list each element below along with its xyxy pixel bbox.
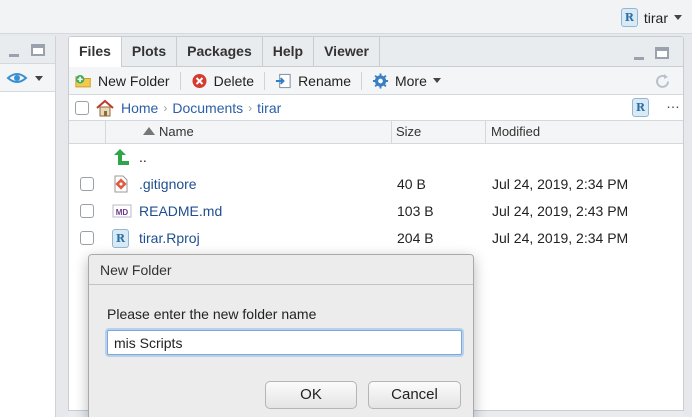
row-checkbox[interactable] — [80, 231, 94, 245]
list-item[interactable]: .. — [69, 144, 683, 171]
table-row[interactable]: R tirar.Rproj 204 B Jul 24, 2019, 2:34 P… — [69, 225, 683, 252]
toolbar-divider — [360, 71, 362, 90]
new-folder-dialog: New Folder Please enter the new folder n… — [88, 254, 474, 417]
column-size[interactable]: Size — [396, 121, 421, 144]
more-label: More — [394, 72, 427, 89]
file-size: 103 B — [397, 203, 434, 219]
more-button[interactable]: More — [372, 73, 441, 89]
column-divider — [391, 121, 392, 144]
parent-folder-icon — [114, 149, 129, 165]
delete-label: Delete — [213, 72, 255, 89]
sort-ascending-icon — [143, 127, 155, 135]
new-folder-label: New Folder — [98, 72, 170, 89]
toolbar-divider — [179, 71, 181, 90]
left-pane — [0, 36, 56, 417]
tab-help[interactable]: Help — [263, 37, 315, 66]
row-checkbox[interactable] — [80, 204, 94, 218]
file-modified: Jul 24, 2019, 2:34 PM — [492, 230, 629, 246]
new-folder-button[interactable]: New Folder — [75, 73, 170, 89]
breadcrumb-documents[interactable]: Documents — [172, 100, 243, 116]
cancel-button[interactable]: Cancel — [368, 381, 461, 409]
file-list: .. .gitignore 40 B Jul 24, 2019, 2:34 PM… — [69, 144, 683, 252]
minimize-icon[interactable] — [634, 57, 644, 60]
folder-name-input[interactable] — [107, 330, 462, 355]
chevron-down-icon[interactable] — [35, 76, 43, 81]
chevron-right-icon: › — [248, 100, 253, 115]
delete-icon — [192, 73, 207, 88]
chevron-right-icon: › — [163, 100, 168, 115]
select-all-checkbox[interactable] — [75, 100, 89, 115]
file-size: 204 B — [397, 230, 434, 246]
row-checkbox[interactable] — [80, 177, 94, 191]
column-divider — [485, 121, 486, 144]
more-options-icon[interactable]: … — [666, 95, 680, 111]
tab-viewer[interactable]: Viewer — [314, 37, 380, 66]
git-file-icon — [114, 175, 128, 193]
column-divider — [105, 121, 106, 144]
table-row[interactable]: MD README.md 103 B Jul 24, 2019, 2:43 PM — [69, 198, 683, 225]
tab-plots[interactable]: Plots — [122, 37, 178, 66]
markdown-file-icon: MD — [112, 204, 132, 218]
file-name[interactable]: .gitignore — [139, 176, 197, 192]
svg-text:MD: MD — [116, 208, 129, 217]
file-size: 40 B — [397, 176, 426, 192]
top-bar: R tirar — [0, 0, 692, 34]
pane-tabs: Files Plots Packages Help Viewer — [69, 37, 683, 68]
dialog-title: New Folder — [89, 255, 473, 285]
column-name[interactable]: Name — [159, 121, 194, 144]
r-project-icon: R — [620, 8, 638, 27]
maximize-icon[interactable] — [655, 47, 669, 59]
left-pane-header — [0, 36, 55, 64]
breadcrumb: Home › Documents › tirar R … — [69, 95, 683, 121]
dialog-prompt: Please enter the new folder name — [107, 306, 317, 322]
rproj-file-icon: R — [112, 229, 129, 248]
breadcrumb-home[interactable]: Home — [121, 100, 158, 116]
new-folder-icon — [75, 74, 91, 87]
project-name: tirar — [643, 9, 668, 26]
delete-button[interactable]: Delete — [191, 73, 254, 89]
ok-button[interactable]: OK — [265, 381, 357, 409]
minimize-icon[interactable] — [9, 54, 19, 57]
toolbar-divider — [264, 71, 266, 90]
table-row[interactable]: .gitignore 40 B Jul 24, 2019, 2:34 PM — [69, 171, 683, 198]
gear-icon — [372, 72, 389, 89]
file-list-header: Name Size Modified — [69, 121, 683, 144]
file-modified: Jul 24, 2019, 2:43 PM — [492, 203, 629, 219]
rename-button[interactable]: Rename — [275, 73, 351, 89]
chevron-down-icon — [674, 15, 682, 20]
project-menu[interactable]: R tirar — [620, 8, 682, 27]
go-to-project-icon[interactable]: R — [632, 98, 649, 117]
rename-icon — [276, 73, 291, 88]
breadcrumb-tirar[interactable]: tirar — [257, 100, 281, 116]
tab-packages[interactable]: Packages — [177, 37, 263, 66]
column-modified[interactable]: Modified — [491, 121, 540, 144]
tab-files[interactable]: Files — [69, 37, 122, 68]
left-pane-toolbar — [0, 64, 55, 92]
maximize-icon[interactable] — [31, 44, 45, 56]
file-name[interactable]: README.md — [139, 203, 222, 219]
files-toolbar: New Folder Delete Rename More — [69, 67, 683, 95]
file-modified: Jul 24, 2019, 2:34 PM — [492, 176, 629, 192]
chevron-down-icon — [432, 78, 441, 83]
file-name[interactable]: .. — [139, 149, 147, 165]
home-icon[interactable] — [95, 99, 115, 117]
broom-icon[interactable] — [6, 70, 28, 86]
file-name[interactable]: tirar.Rproj — [139, 230, 200, 246]
refresh-icon[interactable] — [654, 73, 671, 90]
rename-label: Rename — [298, 72, 351, 89]
